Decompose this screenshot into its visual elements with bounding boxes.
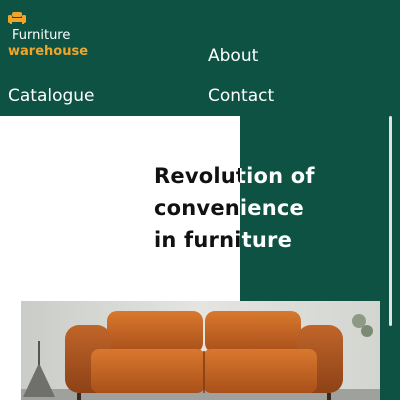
sofa-product-image [21, 301, 380, 400]
hero-heading-line-2: convenience [154, 196, 304, 220]
nav-about-link[interactable]: About [208, 45, 258, 67]
brand-name-line2: warehouse [8, 44, 89, 59]
orange-leather-sofa-photo-icon [21, 301, 380, 400]
sofa-icon [8, 10, 26, 24]
nav-catalogue-link[interactable]: Catalogue [8, 85, 95, 107]
brand-logo[interactable]: Furniture warehouse [8, 10, 128, 66]
site-header: Furniture warehouse About Catalogue Cont… [0, 0, 400, 116]
vertical-scrollbar[interactable] [389, 116, 392, 326]
nav-contact-link[interactable]: Contact [208, 85, 274, 107]
hero-heading-line-3: in furniture [154, 228, 293, 252]
hero-heading-line-1: Revolution of [154, 164, 315, 188]
hero-heading: Revolution of convenience in furniture [154, 160, 374, 256]
brand-name-line1: Furniture [12, 28, 71, 43]
